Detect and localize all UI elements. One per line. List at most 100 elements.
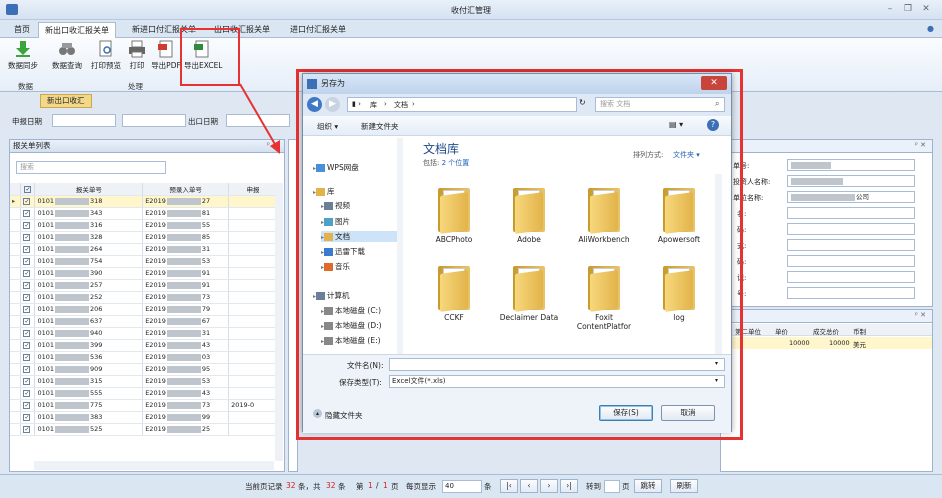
form-field[interactable]	[787, 239, 915, 251]
table-row[interactable]: ✓ 0101 754 E2019 53	[10, 255, 278, 268]
refresh-button[interactable]: 刷新	[670, 479, 698, 493]
declare-date-from[interactable]	[52, 114, 116, 127]
jump-button[interactable]: 跳转	[634, 479, 662, 493]
help-icon[interactable]: ●	[927, 24, 934, 33]
nav-library[interactable]: ▸ 库	[313, 186, 335, 197]
row-checkbox[interactable]: ✓	[23, 258, 31, 265]
minimize-icon[interactable]: –	[884, 4, 896, 15]
filetype-select[interactable]: Excel文件(*.xls)	[389, 375, 725, 388]
table-row[interactable]: ✓ 0101 555 E2019 43	[10, 387, 278, 400]
table-row[interactable]: ✓ 0101 252 E2019 73	[10, 291, 278, 304]
nav-disk-e[interactable]: ▸ 本地磁盘 (E:)	[321, 335, 381, 346]
row-checkbox[interactable]: ✓	[23, 234, 31, 241]
crumb-documents[interactable]: 文档	[394, 100, 408, 110]
row-checkbox[interactable]: ✓	[23, 318, 31, 325]
prev-page-icon[interactable]: ‹	[520, 479, 538, 493]
horizontal-scrollbar[interactable]	[34, 461, 274, 470]
hide-folders-button[interactable]: 隐藏文件夹	[325, 410, 363, 421]
row-checkbox[interactable]: ✓	[23, 378, 31, 385]
table-row[interactable]: ✓ 0101 315 E2019 53	[10, 375, 278, 388]
print-preview-button[interactable]: 打印预览	[88, 40, 124, 76]
table-row[interactable]: ✓ 0101 637 E2019 67	[10, 315, 278, 328]
nav-thunder[interactable]: ▸ 迅雷下载	[321, 246, 365, 257]
dialog-close-button[interactable]: ✕	[701, 76, 727, 90]
row-checkbox[interactable]: ✓	[23, 222, 31, 229]
row-checkbox[interactable]: ✓	[23, 282, 31, 289]
filename-input[interactable]	[389, 358, 725, 371]
library-locations-link[interactable]: 2 个位置	[442, 159, 470, 167]
filetype-dropdown-icon[interactable]: ▾	[715, 377, 718, 384]
row-checkbox[interactable]: ✓	[23, 390, 31, 397]
search-icon[interactable]: ⌕	[715, 99, 719, 109]
table-row[interactable]: ✓ 0101 909 E2019 95	[10, 363, 278, 376]
save-button[interactable]: 保存(S)	[599, 405, 653, 421]
folder-item[interactable]: log	[644, 266, 714, 322]
table-row[interactable]: ▸ ✓ 0101 318 E2019 27	[10, 195, 278, 208]
last-page-icon[interactable]: ›|	[560, 479, 578, 493]
nav-music[interactable]: ▸ 音乐	[321, 261, 350, 272]
goods-row[interactable]: 10000 10000 美元	[721, 337, 932, 349]
table-row[interactable]: ✓ 0101 775 E2019 73 2019-0	[10, 399, 278, 412]
export-pdf-button[interactable]: 导出PDF	[150, 40, 182, 76]
col-pre-entry-no[interactable]: 预录入单号	[142, 183, 230, 196]
row-checkbox[interactable]: ✓	[23, 426, 31, 433]
nav-wps[interactable]: ▸ WPS网盘	[313, 162, 359, 173]
tab-new-export[interactable]: 新出口收汇报关单	[38, 22, 116, 38]
nav-pictures[interactable]: ▸ 图片	[321, 216, 350, 227]
folder-item[interactable]: AliWorkbench	[569, 188, 639, 244]
table-row[interactable]: ✓ 0101 328 E2019 85	[10, 231, 278, 244]
nav-disk-c[interactable]: ▸ 本地磁盘 (C:)	[321, 305, 381, 316]
view-icon[interactable]: ▤ ▾	[669, 120, 683, 129]
query-button[interactable]: 数据查询	[48, 40, 86, 76]
refresh-icon[interactable]: ↻	[579, 98, 586, 107]
select-all-checkbox[interactable]: ✓	[24, 185, 32, 193]
row-checkbox[interactable]: ✓	[23, 306, 31, 313]
sort-select[interactable]: 文件夹 ▾	[673, 150, 700, 160]
panel-close-icon[interactable]: ᵖ ✕	[915, 141, 926, 149]
table-row[interactable]: ✓ 0101 940 E2019 31	[10, 327, 278, 340]
folder-item[interactable]: CCKF	[419, 266, 489, 322]
folder-item[interactable]: Apowersoft	[644, 188, 714, 244]
goods-panel-close-icon[interactable]: ᵖ ✕	[915, 311, 926, 319]
files-scrollbar[interactable]	[715, 174, 722, 354]
restore-icon[interactable]: ❐	[902, 4, 914, 15]
tab-home[interactable]: 首页	[8, 22, 36, 38]
hide-folders-icon[interactable]: ▴	[313, 409, 322, 418]
forward-icon[interactable]: ▶	[325, 97, 340, 112]
first-page-icon[interactable]: |‹	[500, 479, 518, 493]
form-field[interactable]	[787, 175, 915, 187]
nav-computer[interactable]: ▸ 计算机	[313, 290, 350, 301]
list-search-input[interactable]: 搜索	[16, 161, 166, 174]
print-button[interactable]: 打印	[126, 40, 148, 76]
nav-video[interactable]: ▸ 视频	[321, 200, 350, 211]
vertical-scrollbar[interactable]	[275, 183, 283, 461]
table-row[interactable]: ✓ 0101 399 E2019 43	[10, 339, 278, 352]
col-declaration-no[interactable]: 报关单号	[34, 183, 144, 196]
new-folder-button[interactable]: 新建文件夹	[361, 121, 399, 132]
form-field[interactable]	[787, 223, 915, 235]
row-checkbox[interactable]: ✓	[23, 210, 31, 217]
form-field[interactable]: 公司	[787, 191, 915, 203]
table-row[interactable]: ✓ 0101 390 E2019 91	[10, 267, 278, 280]
path-box[interactable]: ▮ › 库 › 文档 ›	[347, 97, 577, 112]
form-field[interactable]	[787, 207, 915, 219]
nav-disk-d[interactable]: ▸ 本地磁盘 (D:)	[321, 320, 382, 331]
next-page-icon[interactable]: ›	[540, 479, 558, 493]
sync-button[interactable]: 数据同步	[6, 40, 40, 76]
close-icon[interactable]: ✕	[920, 4, 932, 15]
table-row[interactable]: ✓ 0101 343 E2019 81	[10, 207, 278, 220]
nav-documents[interactable]: ▸ 文档	[321, 231, 397, 242]
back-icon[interactable]: ◀	[307, 97, 322, 112]
crumb-library[interactable]: 库	[370, 100, 377, 110]
folder-item[interactable]: Adobe	[494, 188, 564, 244]
organize-button[interactable]: 组织 ▾	[317, 121, 338, 132]
row-checkbox[interactable]: ✓	[23, 354, 31, 361]
table-row[interactable]: ✓ 0101 525 E2019 25	[10, 423, 278, 436]
form-field[interactable]	[787, 159, 915, 171]
subtab-new-export[interactable]: 新出口收汇	[40, 94, 92, 108]
table-row[interactable]: ✓ 0101 206 E2019 79	[10, 303, 278, 316]
per-page-select[interactable]: 40	[442, 480, 482, 493]
table-row[interactable]: ✓ 0101 257 E2019 91	[10, 279, 278, 292]
table-row[interactable]: ✓ 0101 316 E2019 55	[10, 219, 278, 232]
col-declare[interactable]: 申报	[228, 183, 278, 196]
